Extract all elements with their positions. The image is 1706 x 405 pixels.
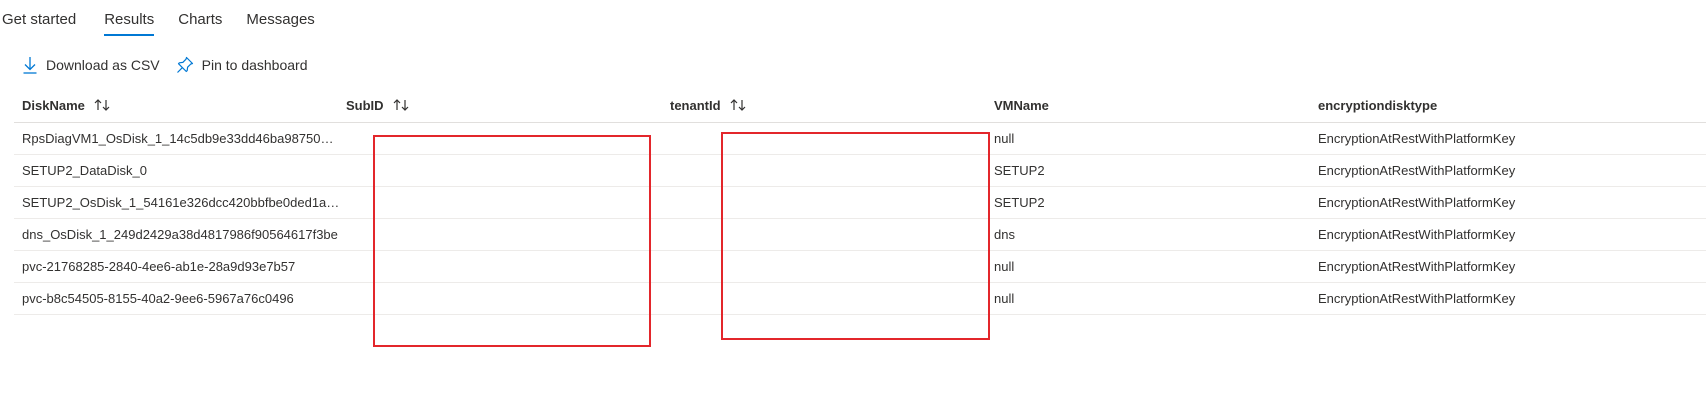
tab-charts[interactable]: Charts — [178, 0, 222, 30]
cell-diskname: RpsDiagVM1_OsDisk_1_14c5db9e33dd46ba9875… — [22, 131, 340, 146]
column-header-label: encryptiondisktype — [1318, 97, 1438, 113]
cell-vmname: null — [994, 259, 1015, 274]
cell-diskname: pvc-21768285-2840-4ee6-ab1e-28a9d93e7b57 — [22, 259, 296, 274]
sort-icon[interactable] — [729, 98, 747, 112]
column-header-diskname[interactable]: DiskName — [22, 88, 340, 122]
redaction-box-tenantid — [721, 132, 990, 340]
tab-results[interactable]: Results — [104, 0, 155, 36]
cell-diskname: SETUP2_OsDisk_1_54161e326dcc420bbfbe0ded… — [22, 195, 340, 210]
column-header-label: SubID — [346, 97, 384, 113]
cell-vmname: null — [994, 291, 1015, 306]
results-toolbar: Download as CSV Pin to dashboard — [22, 54, 307, 76]
download-csv-button[interactable]: Download as CSV — [22, 56, 160, 74]
column-header-tenantid[interactable]: tenantId — [670, 88, 970, 122]
column-header-label: VMName — [994, 97, 1049, 113]
log-analytics-results-pane: Get started Results Charts Messages Down… — [0, 0, 1706, 405]
tab-messages[interactable]: Messages — [246, 0, 314, 30]
cell-diskname: pvc-b8c54505-8155-40a2-9ee6-5967a76c0496 — [22, 291, 294, 306]
cell-encryptiondisktype: EncryptionAtRestWithPlatformKey — [1318, 195, 1516, 210]
tab-get-started[interactable]: Get started — [2, 0, 76, 30]
table-header: DiskName SubID tenantId VMName encryptio… — [14, 88, 1706, 123]
cell-encryptiondisktype: EncryptionAtRestWithPlatformKey — [1318, 227, 1516, 242]
sort-icon[interactable] — [93, 98, 111, 112]
cell-diskname: SETUP2_DataDisk_0 — [22, 163, 147, 178]
download-csv-label: Download as CSV — [46, 57, 160, 73]
column-header-vmname[interactable]: VMName — [994, 88, 1294, 122]
column-header-subid[interactable]: SubID — [346, 88, 646, 122]
cell-vmname: dns — [994, 227, 1015, 242]
sort-icon[interactable] — [392, 98, 410, 112]
cell-encryptiondisktype: EncryptionAtRestWithPlatformKey — [1318, 291, 1516, 306]
redaction-box-subid — [373, 135, 651, 347]
pin-to-dashboard-label: Pin to dashboard — [201, 57, 308, 73]
pin-to-dashboard-button[interactable]: Pin to dashboard — [176, 56, 308, 74]
column-header-label: tenantId — [670, 97, 721, 113]
cell-encryptiondisktype: EncryptionAtRestWithPlatformKey — [1318, 131, 1516, 146]
cell-vmname: SETUP2 — [994, 195, 1045, 210]
column-header-label: DiskName — [22, 97, 85, 113]
cell-vmname: null — [994, 131, 1015, 146]
cell-encryptiondisktype: EncryptionAtRestWithPlatformKey — [1318, 163, 1516, 178]
download-icon — [22, 56, 38, 74]
column-header-encryptiondisktype[interactable]: encryptiondisktype — [1318, 88, 1698, 122]
cell-vmname: SETUP2 — [994, 163, 1045, 178]
cell-encryptiondisktype: EncryptionAtRestWithPlatformKey — [1318, 259, 1516, 274]
pin-icon — [176, 56, 194, 74]
results-tabs: Get started Results Charts Messages — [0, 0, 315, 36]
cell-diskname: dns_OsDisk_1_249d2429a38d4817986f9056461… — [22, 227, 338, 242]
